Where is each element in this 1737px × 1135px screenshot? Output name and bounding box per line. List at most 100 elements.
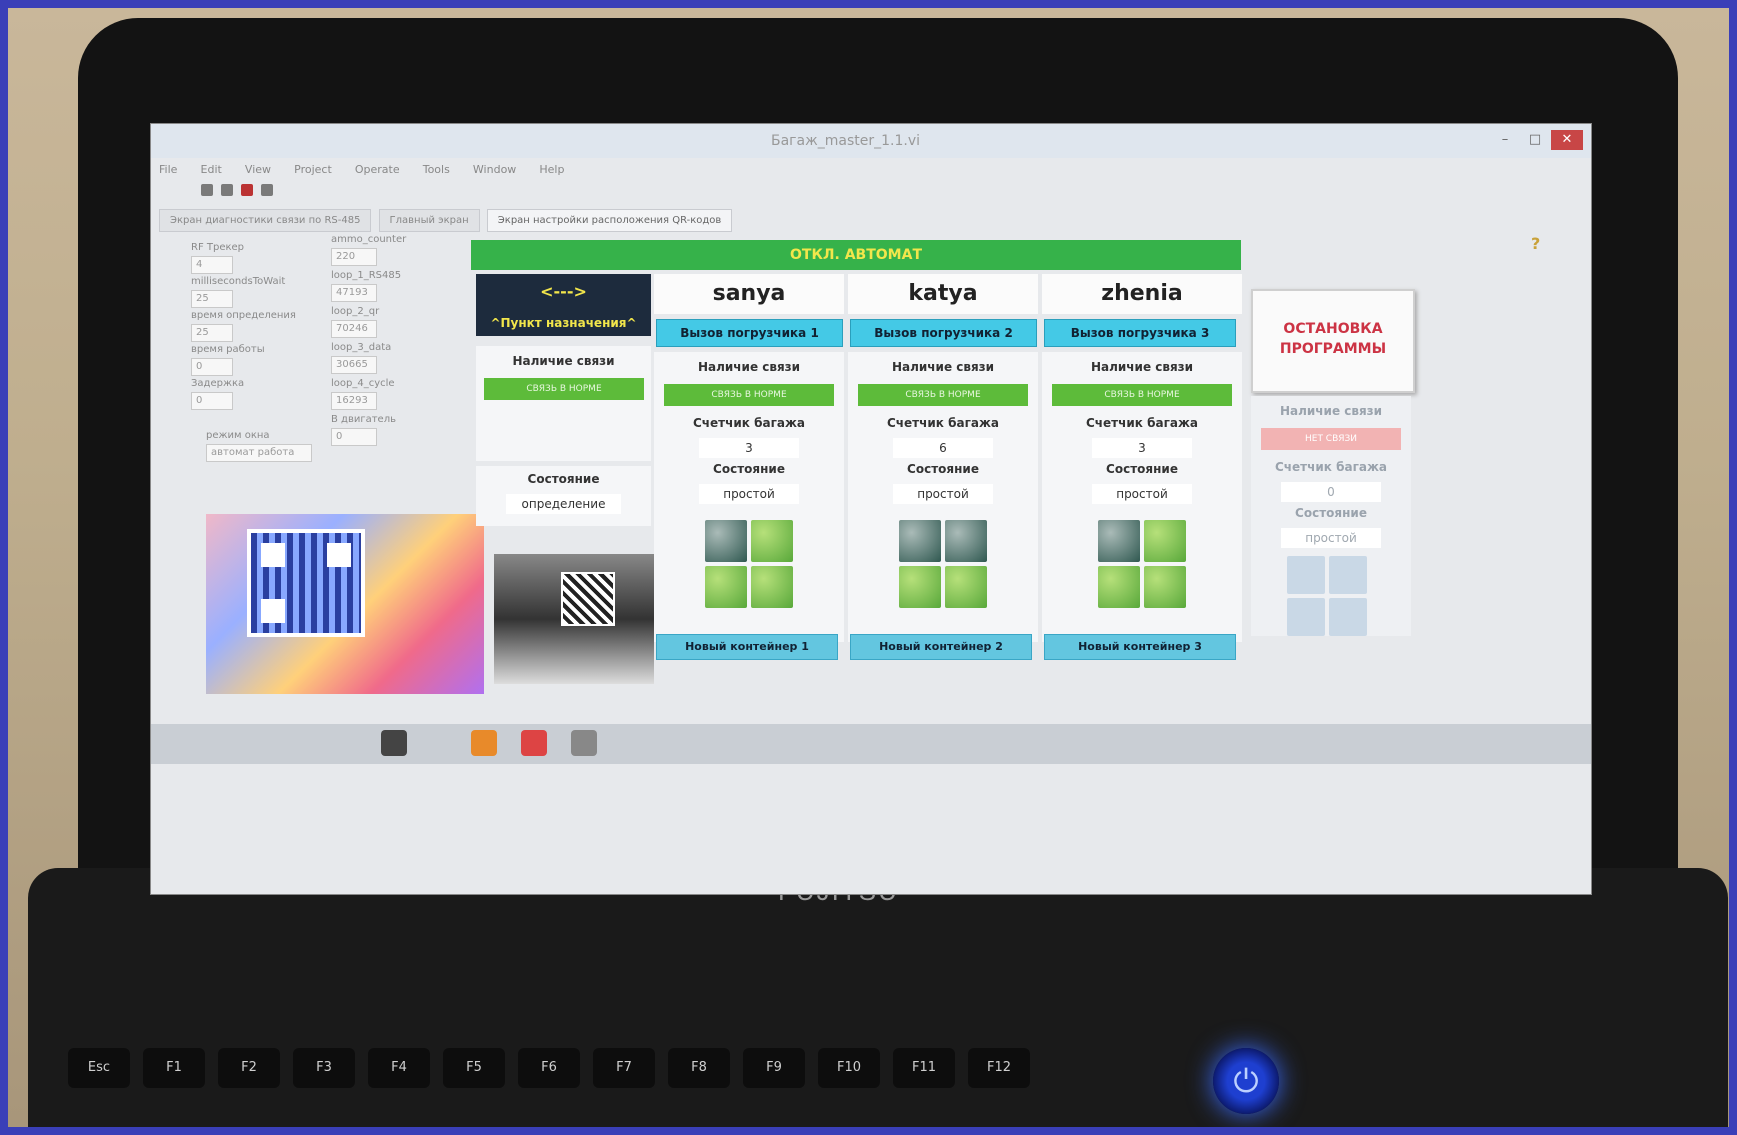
labview-icon[interactable] [381, 730, 407, 756]
param-label: Задержка [191, 378, 245, 389]
state-value: простой [1281, 528, 1381, 548]
param-field: 220 [331, 248, 377, 266]
param-label: RF Трекер [191, 242, 245, 253]
run-arrow-icon[interactable] [201, 184, 213, 196]
stop-program-button[interactable]: ОСТАНОВКА ПРОГРАММЫ [1251, 289, 1415, 393]
loader-name: katya [848, 274, 1038, 314]
tab-rs485[interactable]: Экран диагностики связи по RS-485 [159, 209, 372, 232]
new-container-2-button[interactable]: Новый контейнер 2 [850, 634, 1032, 660]
window-titlebar: Багаж_master_1.1.vi – □ ✕ [151, 124, 1591, 158]
maximize-icon[interactable]: □ [1521, 130, 1549, 150]
container-slots [1287, 556, 1367, 636]
menu-tools[interactable]: Tools [423, 163, 450, 176]
slot-tile [751, 566, 793, 608]
qr-code-image [247, 529, 365, 637]
key[interactable]: F5 [443, 1048, 505, 1088]
key[interactable]: F12 [968, 1048, 1030, 1088]
key[interactable]: F6 [518, 1048, 580, 1088]
state-value: простой [893, 484, 993, 504]
counter-value: 6 [893, 438, 993, 458]
link-status-ok: СВЯЗЬ В НОРМЕ [664, 384, 834, 406]
link-label: Наличие связи [512, 354, 615, 368]
param-label: millisecondsToWait [191, 276, 286, 287]
tab-qr-setup[interactable]: Экран настройки расположения QR-кодов [486, 209, 733, 232]
key[interactable]: F9 [743, 1048, 805, 1088]
call-loader-1-button[interactable]: Вызов погрузчика 1 [656, 319, 843, 347]
slot-tile [1287, 598, 1325, 636]
call-loader-3-button[interactable]: Вызов погрузчика 3 [1044, 319, 1236, 347]
key[interactable]: F10 [818, 1048, 880, 1088]
counter-value: 0 [1281, 482, 1381, 502]
loader-name: zhenia [1042, 274, 1242, 314]
firefox-icon[interactable] [471, 730, 497, 756]
counter-label: Счетчик багажа [693, 416, 805, 430]
menu-edit[interactable]: Edit [201, 163, 222, 176]
slot-tile [1329, 556, 1367, 594]
key[interactable]: F2 [218, 1048, 280, 1088]
new-container-1-button[interactable]: Новый контейнер 1 [656, 634, 838, 660]
param-label: loop_1_RS485 [331, 270, 402, 281]
link-status-ok: СВЯЗЬ В НОРМЕ [484, 378, 644, 400]
key[interactable]: F7 [593, 1048, 655, 1088]
menu-view[interactable]: View [245, 163, 271, 176]
menu-project[interactable]: Project [294, 163, 332, 176]
param-field: 30665 [331, 356, 377, 374]
key[interactable]: F1 [143, 1048, 205, 1088]
counter-label: Счетчик багажа [1086, 416, 1198, 430]
param-label: ammo_counter [331, 234, 407, 245]
slot-tile [1144, 520, 1186, 562]
new-container-3-button[interactable]: Новый контейнер 3 [1044, 634, 1236, 660]
key[interactable]: F8 [668, 1048, 730, 1088]
direction-arrows[interactable]: <---> [476, 274, 651, 310]
key[interactable]: Esc [68, 1048, 130, 1088]
opera-icon[interactable] [521, 730, 547, 756]
counter-label: Счетчик багажа [1275, 460, 1387, 474]
state-value: простой [699, 484, 799, 504]
menu-window[interactable]: Window [473, 163, 516, 176]
tab-bar: Экран диагностики связи по RS-485 Главны… [159, 208, 879, 234]
tab-main[interactable]: Главный экран [378, 209, 480, 232]
param-field[interactable]: 25 [191, 324, 233, 342]
run-continuous-icon[interactable] [221, 184, 233, 196]
mode-select[interactable]: автомат работа [206, 444, 312, 462]
param-label: время работы [191, 344, 265, 355]
key[interactable]: F4 [368, 1048, 430, 1088]
param-field[interactable]: 4 [191, 256, 233, 274]
power-button-icon[interactable]: ⏻ [1213, 1048, 1279, 1114]
auto-mode-banner[interactable]: ОТКЛ. АВТОМАТ [471, 240, 1241, 270]
param-field[interactable]: 0 [191, 392, 233, 410]
folder-icon[interactable] [571, 730, 597, 756]
link-label: Наличие связи [891, 360, 995, 374]
slot-tile [751, 520, 793, 562]
laptop-screen: Багаж_master_1.1.vi – □ ✕ File Edit View… [150, 123, 1592, 895]
loader-name: sanya [654, 274, 844, 314]
close-icon[interactable]: ✕ [1551, 130, 1583, 150]
menu-file[interactable]: File [159, 163, 177, 176]
link-label: Наличие связи [1090, 360, 1194, 374]
key[interactable]: F3 [293, 1048, 355, 1088]
call-loader-2-button[interactable]: Вызов погрузчика 2 [850, 319, 1037, 347]
link-label: Наличие связи [1279, 404, 1383, 418]
param-field[interactable]: 25 [191, 290, 233, 308]
help-icon[interactable]: ? [1531, 234, 1540, 253]
link-status-none: НЕТ СВЯЗИ [1261, 428, 1401, 450]
window-title: Багаж_master_1.1.vi [771, 133, 920, 149]
container-slots [705, 520, 793, 608]
loader-4-card: Наличие связи НЕТ СВЯЗИ Счетчик багажа 0… [1251, 396, 1411, 636]
slot-tile [899, 520, 941, 562]
param-label: loop_2_qr [331, 306, 380, 317]
menu-operate[interactable]: Operate [355, 163, 400, 176]
key[interactable]: F11 [893, 1048, 955, 1088]
abort-icon[interactable] [241, 184, 253, 196]
menu-help[interactable]: Help [539, 163, 564, 176]
minimize-icon[interactable]: – [1491, 130, 1519, 150]
param-field[interactable]: 0 [191, 358, 233, 376]
counter-label: Счетчик багажа [887, 416, 999, 430]
param-label: loop_4_cycle [331, 378, 395, 389]
param-label: loop_3_data [331, 342, 392, 353]
param-field: 47193 [331, 284, 377, 302]
slot-tile [1098, 566, 1140, 608]
destination-state-card: Состояние определение [476, 466, 651, 526]
pause-icon[interactable] [261, 184, 273, 196]
param-field: 16293 [331, 392, 377, 410]
